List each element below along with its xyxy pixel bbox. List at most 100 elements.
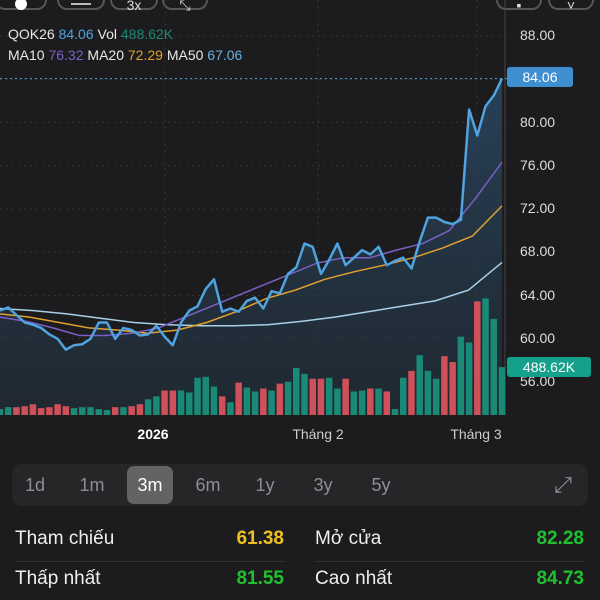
open-value: 82.28 bbox=[536, 528, 584, 549]
volume-bar bbox=[334, 388, 341, 415]
y-tick-label: 76.00 bbox=[520, 156, 556, 173]
ma10-label: MA10 bbox=[8, 47, 45, 63]
ma20-value: 72.29 bbox=[127, 47, 163, 63]
volume-bar bbox=[391, 409, 399, 415]
period-1d[interactable]: 1d bbox=[12, 466, 58, 504]
volume-bar bbox=[251, 391, 259, 415]
volume-bar bbox=[202, 376, 209, 415]
volume-bar bbox=[400, 377, 407, 415]
volume-bar bbox=[350, 391, 358, 415]
divider bbox=[15, 561, 285, 562]
volume-bar bbox=[79, 407, 86, 415]
volume-bar bbox=[260, 388, 267, 415]
volume-bar bbox=[432, 378, 440, 415]
volume-bar bbox=[301, 373, 308, 415]
volume-bar bbox=[449, 362, 456, 415]
y-tick-label: 72.00 bbox=[520, 200, 556, 216]
period-1y[interactable]: 1y bbox=[242, 466, 288, 504]
period-1m[interactable]: 1m bbox=[69, 466, 115, 504]
volume-bar bbox=[21, 406, 28, 415]
volume-bar bbox=[383, 391, 391, 415]
last-volume-tag: 488.62K bbox=[507, 357, 591, 377]
last-price-tag: 84.06 bbox=[507, 67, 573, 87]
volume-bar bbox=[276, 383, 284, 415]
open-label: Mở cửa bbox=[315, 528, 382, 549]
symbol: QOK26 bbox=[8, 26, 55, 42]
volume-bar bbox=[37, 408, 45, 415]
period-6m[interactable]: 6m bbox=[185, 466, 231, 504]
volume-bar bbox=[235, 382, 242, 415]
high-label: Cao nhất bbox=[315, 568, 393, 589]
volume-bar bbox=[342, 378, 349, 415]
x-tick-thang-3: Tháng 3 bbox=[450, 426, 502, 442]
volume-bar bbox=[465, 342, 473, 415]
volume-bar bbox=[128, 406, 135, 415]
low-value: 81.55 bbox=[236, 568, 284, 589]
legend-price: 84.06 bbox=[58, 26, 94, 42]
volume-bar bbox=[408, 370, 415, 415]
ref-value: 61.38 bbox=[236, 528, 284, 549]
volume-bar bbox=[424, 370, 432, 415]
volume-bar bbox=[111, 407, 119, 415]
y-tick-label: 60.00 bbox=[520, 329, 556, 346]
volume-bar bbox=[169, 390, 177, 415]
period-selector: 1d 1m 3m 6m 1y 3y 5y ⤢ bbox=[12, 464, 588, 506]
period-3m[interactable]: 3m bbox=[127, 466, 173, 504]
ma50-value: 67.06 bbox=[207, 47, 243, 63]
volume-bar bbox=[62, 406, 70, 415]
volume-bar bbox=[375, 388, 382, 415]
divider bbox=[315, 561, 585, 562]
volume-bar bbox=[103, 410, 111, 415]
volume-bar bbox=[227, 402, 234, 415]
volume-bar bbox=[161, 390, 168, 415]
volume-bar bbox=[243, 387, 251, 415]
volume-bar bbox=[144, 399, 152, 415]
legend-row-2: MA10 76.32 MA20 72.29 MA50 67.06 bbox=[8, 47, 242, 63]
period-5y[interactable]: 5y bbox=[358, 466, 404, 504]
ma20-label: MA20 bbox=[87, 47, 124, 63]
volume-bar bbox=[4, 407, 12, 415]
volume-bar bbox=[54, 404, 61, 415]
low-label: Thấp nhất bbox=[15, 568, 101, 589]
volume-bar bbox=[120, 407, 127, 415]
volume-bar bbox=[194, 377, 201, 415]
volume-bar bbox=[498, 367, 506, 415]
legend-row-1: QOK26 84.06 Vol 488.62K bbox=[8, 26, 173, 42]
volume-bar bbox=[95, 409, 102, 415]
volume-bar bbox=[490, 318, 498, 415]
y-tick-label: 88.00 bbox=[520, 27, 556, 43]
y-tick-label: 64.00 bbox=[520, 286, 556, 303]
legend-vol: 488.62K bbox=[120, 26, 174, 42]
volume-bar bbox=[0, 409, 4, 415]
ma50-label: MA50 bbox=[166, 47, 204, 63]
legend-vol-label: Vol bbox=[97, 26, 117, 42]
volume-bar bbox=[218, 396, 226, 415]
volume-bar bbox=[367, 388, 374, 415]
volume-bar bbox=[87, 407, 94, 415]
volume-bar bbox=[293, 367, 300, 415]
volume-bar bbox=[70, 408, 78, 415]
x-tick-2026: 2026 bbox=[137, 426, 169, 442]
volume-bar bbox=[29, 404, 37, 415]
volume-bar bbox=[177, 390, 185, 415]
expand-arrows-icon[interactable]: ⤢ bbox=[540, 466, 586, 504]
volume-bar bbox=[136, 404, 144, 415]
volume-bar bbox=[416, 355, 423, 415]
volume-bar bbox=[153, 396, 160, 415]
ma10-value: 76.32 bbox=[48, 47, 84, 63]
high-value: 84.73 bbox=[536, 568, 584, 589]
period-3y[interactable]: 3y bbox=[300, 466, 346, 504]
ref-label: Tham chiếu bbox=[15, 528, 115, 549]
volume-bar bbox=[457, 336, 465, 415]
volume-bar bbox=[474, 301, 481, 415]
y-tick-label: 68.00 bbox=[520, 243, 556, 260]
volume-bar bbox=[284, 381, 292, 415]
volume-bar bbox=[210, 386, 218, 415]
x-tick-thang-2: Tháng 2 bbox=[292, 426, 344, 442]
volume-bar bbox=[317, 378, 325, 415]
volume-bar bbox=[441, 356, 448, 415]
volume-bar bbox=[46, 407, 53, 415]
price-area bbox=[0, 78, 502, 415]
volume-bar bbox=[309, 378, 316, 415]
y-tick-label: 80.00 bbox=[520, 113, 556, 130]
